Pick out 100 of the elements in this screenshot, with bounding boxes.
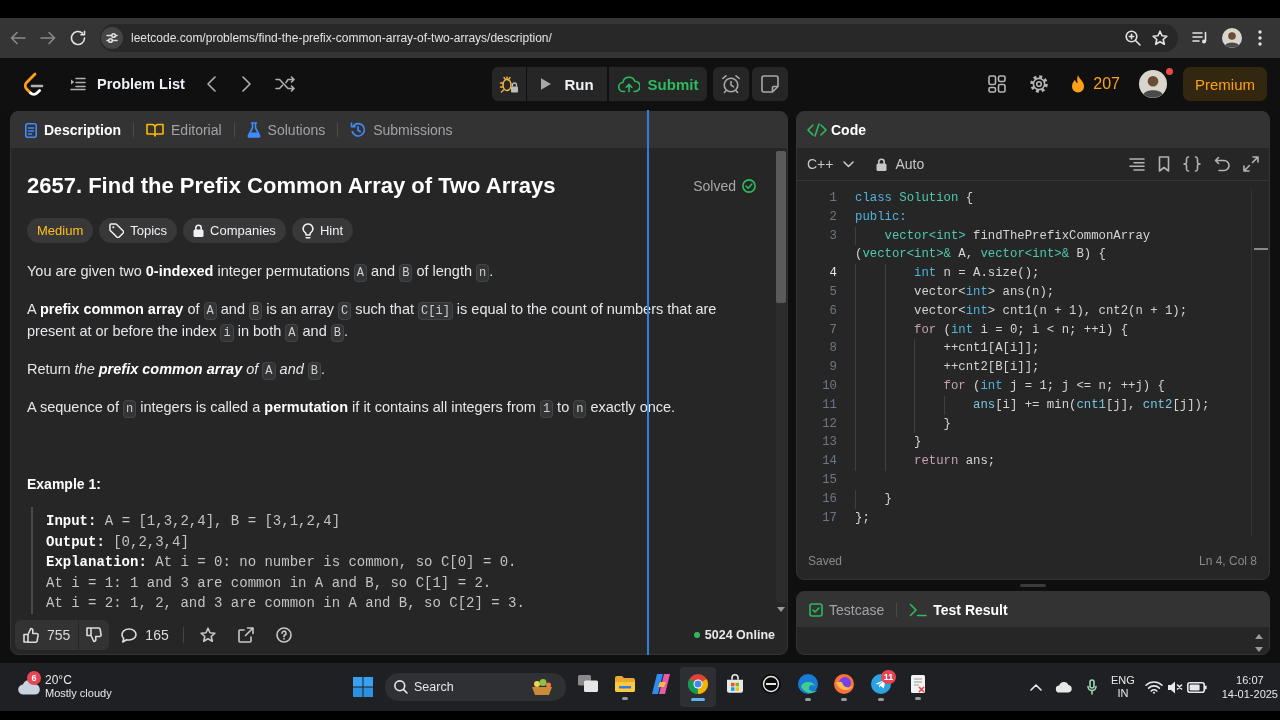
reload-icon[interactable] xyxy=(70,30,86,46)
companies-button[interactable]: Companies xyxy=(183,218,286,243)
lock-icon xyxy=(193,224,205,237)
weather-condition: Mostly cloudy xyxy=(45,687,112,700)
avatar-icon[interactable] xyxy=(1139,70,1167,98)
tag-icon xyxy=(109,223,125,238)
code-line: vector<int> cnt1(n + 1), cnt2(n + 1); xyxy=(914,302,1188,320)
tab[interactable]: Test Result xyxy=(909,592,1008,627)
taskbar-button[interactable] xyxy=(679,667,717,707)
example-line: At i = 1: 1 and 3 are common in A and B, so C[1] = 2. xyxy=(46,573,493,593)
code-icon xyxy=(807,123,827,137)
menu-icon[interactable] xyxy=(1258,30,1262,46)
streak-button[interactable]: 207 xyxy=(1070,74,1120,94)
search-field[interactable]: Search xyxy=(385,673,566,701)
comments-button[interactable]: 165 xyxy=(121,627,169,643)
star-icon[interactable] xyxy=(1152,30,1168,46)
address-bar[interactable]: leetcode.com/problems/find-the-prefix-common-array-of-two-arrays/description/ xyxy=(100,24,1178,52)
task-view-icon xyxy=(578,675,599,692)
dislike-button[interactable] xyxy=(79,620,110,650)
code-line: vector<int> findThePrefixCommonArray xyxy=(884,227,1151,245)
undo-icon[interactable] xyxy=(1214,156,1230,172)
cloud-icon[interactable] xyxy=(1055,681,1073,693)
checkbox-icon xyxy=(809,602,823,617)
avatar-icon[interactable] xyxy=(1222,28,1242,48)
share-icon[interactable] xyxy=(237,627,254,643)
scroll-down-icon[interactable] xyxy=(776,607,785,612)
terminal-icon xyxy=(909,602,928,617)
timer-button[interactable] xyxy=(713,67,749,101)
expand-icon[interactable] xyxy=(1243,156,1259,172)
problem-list-button[interactable]: Problem List xyxy=(70,76,185,92)
site-info-icon[interactable] xyxy=(101,27,123,49)
topics-button[interactable]: Topics xyxy=(99,218,178,243)
scroll-up-icon[interactable] xyxy=(1255,634,1263,639)
line-number: 2 xyxy=(828,208,837,226)
scroll-down-icon[interactable] xyxy=(1255,647,1263,652)
format-icon[interactable] xyxy=(1129,157,1145,171)
thumbs-up-icon xyxy=(23,627,39,643)
line-number: 3 xyxy=(828,227,837,245)
tab[interactable]: Testcase xyxy=(809,592,885,627)
tab[interactable]: Submissions xyxy=(350,112,453,148)
bookmark-icon[interactable] xyxy=(1158,156,1170,172)
play-icon xyxy=(540,77,553,91)
region-text[interactable]: IN xyxy=(1117,687,1129,700)
cloud-upload-icon xyxy=(617,75,640,93)
microphone-icon[interactable] xyxy=(1087,679,1097,695)
example-line: Input: A = [1,3,2,4], B = [3,1,2,4] xyxy=(46,512,342,531)
resize-handle[interactable] xyxy=(1020,584,1046,587)
search-icon xyxy=(394,680,408,694)
media-icon[interactable] xyxy=(1192,31,1208,45)
line-number: 9 xyxy=(828,359,837,377)
submit-button[interactable]: Submit xyxy=(609,67,707,101)
bug-icon xyxy=(499,74,519,94)
tab[interactable]: Editorial xyxy=(146,112,222,148)
tab[interactable]: Description xyxy=(25,112,121,148)
comment-icon xyxy=(121,627,138,643)
code-line: ans[i] += min(cnt1[j], cnt2[j]); xyxy=(973,396,1210,414)
swirl-browser-icon xyxy=(797,673,818,694)
scrollbar[interactable] xyxy=(775,151,786,603)
layout-icon[interactable] xyxy=(988,75,1007,93)
notes-button[interactable] xyxy=(752,67,788,101)
list-icon xyxy=(70,77,86,91)
language-select[interactable]: C++ xyxy=(807,156,855,172)
flame-icon xyxy=(1070,74,1087,94)
auto-mode-button[interactable]: Auto xyxy=(876,156,925,172)
code-line: } xyxy=(943,415,951,433)
chevron-right-icon[interactable] xyxy=(241,76,251,92)
start-icon[interactable] xyxy=(353,677,373,697)
battery-icon[interactable] xyxy=(1186,681,1207,693)
history-icon xyxy=(350,122,367,138)
like-button[interactable]: 755 xyxy=(15,620,79,650)
document-app-icon xyxy=(910,674,925,693)
code-line: for (int j = 1; j <= n; ++j) { xyxy=(943,377,1165,395)
taskbar-button[interactable]: 11 xyxy=(862,667,900,707)
language-text[interactable]: ENG xyxy=(1111,674,1135,687)
tab[interactable]: Solutions xyxy=(246,112,326,148)
help-icon[interactable] xyxy=(275,627,292,643)
chevron-up-icon[interactable] xyxy=(1030,683,1042,691)
scrollbar-thumb[interactable] xyxy=(775,151,786,303)
hint-button[interactable]: Hint xyxy=(291,218,353,243)
wifi-icon[interactable] xyxy=(1144,680,1163,694)
braces-icon[interactable] xyxy=(1183,156,1201,172)
code-line: return ans; xyxy=(914,453,996,471)
line-number: 17 xyxy=(821,509,837,527)
shuffle-icon[interactable] xyxy=(274,76,295,92)
star-icon[interactable] xyxy=(199,627,216,643)
line-number: 12 xyxy=(821,415,837,433)
chevron-left-icon[interactable] xyxy=(206,76,216,92)
debug-button[interactable] xyxy=(492,67,526,101)
cursor-position: Ln 4, Col 8 xyxy=(1198,554,1257,568)
line-number: 16 xyxy=(821,490,837,508)
run-button[interactable]: Run xyxy=(527,67,607,101)
logo-icon[interactable] xyxy=(22,72,44,96)
settings-icon[interactable] xyxy=(1030,75,1049,93)
premium-button[interactable]: Premium xyxy=(1183,67,1267,101)
difficulty-badge: Medium xyxy=(27,218,94,243)
line-number: 10 xyxy=(821,377,837,395)
lightbulb-icon xyxy=(301,222,314,239)
zoom-icon[interactable] xyxy=(1125,30,1141,46)
volume-icon[interactable] xyxy=(1166,679,1183,695)
cloud-icon[interactable] xyxy=(17,679,41,695)
